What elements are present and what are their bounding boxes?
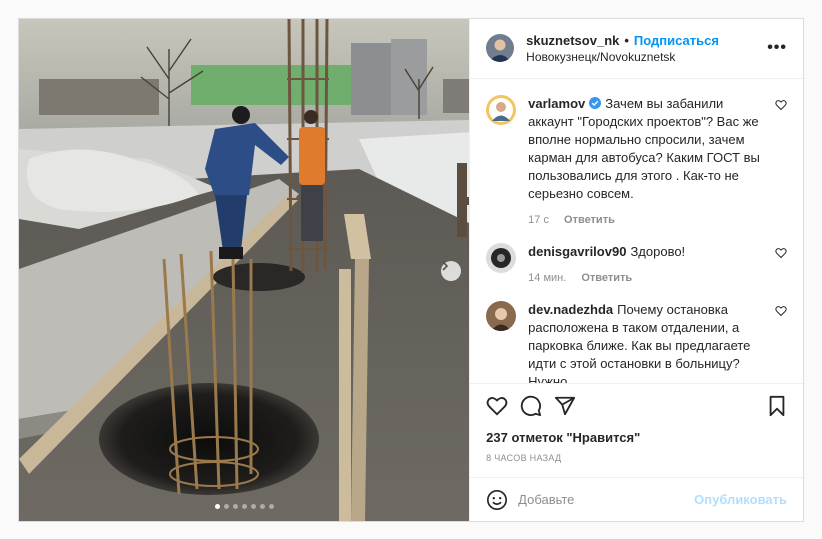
comment-meta: 14 мин. Ответить <box>528 269 765 287</box>
header-top-line: skuznetsov_nk • Подписаться <box>526 33 761 48</box>
more-icon[interactable]: ••• <box>767 39 787 57</box>
comment-username[interactable]: varlamov <box>528 96 585 111</box>
comment-text: Здорово! <box>630 243 686 259</box>
avatar[interactable] <box>486 242 517 273</box>
carousel-dot <box>241 504 247 509</box>
post-photo[interactable] <box>19 19 470 521</box>
comment-time: 14 мин. <box>528 271 567 284</box>
reply-button[interactable]: Ответить <box>581 272 632 284</box>
comments-list: varlamov Зачем вы забанили аккаунт "Город… <box>470 79 803 384</box>
construction-photo <box>19 19 470 521</box>
comment-input[interactable] <box>518 492 695 508</box>
post-side-panel: skuznetsov_nk • Подписаться Новокузнецк/… <box>469 19 803 521</box>
avatar[interactable] <box>486 34 515 63</box>
chevron-right-icon <box>442 261 449 271</box>
post-location[interactable]: Новокузнецк/Novokuznetsk <box>526 50 761 64</box>
carousel-dot <box>223 504 229 509</box>
emoji-icon[interactable] <box>486 489 508 511</box>
action-bar <box>486 384 787 428</box>
heart-icon[interactable] <box>775 247 787 259</box>
carousel-dot <box>250 504 256 509</box>
avatar[interactable] <box>486 300 517 331</box>
avatar[interactable] <box>486 94 517 125</box>
comment-item: denisgavrilov90 Здорово! 14 мин. Ответить <box>486 242 787 287</box>
reply-button[interactable]: Ответить <box>564 214 615 226</box>
comment-item: dev.nadezhda Почему остановка расположена… <box>486 300 787 384</box>
follow-button[interactable]: Подписаться <box>634 33 719 48</box>
carousel-dot <box>268 504 274 509</box>
publish-button[interactable]: Опубликовать <box>694 492 787 507</box>
comment-body: varlamov Зачем вы забанили аккаунт "Город… <box>528 95 765 229</box>
add-comment-bar: Опубликовать <box>470 477 803 521</box>
heart-icon[interactable] <box>775 99 787 111</box>
bookmark-icon[interactable] <box>767 395 787 417</box>
share-icon[interactable] <box>554 395 576 417</box>
carousel-dot <box>214 504 220 509</box>
comment-meta: 17 с Ответить <box>528 211 765 229</box>
post-actions-section: 237 отметок "Нравится" 8 ЧАСОВ НАЗАД <box>470 383 803 477</box>
heart-icon[interactable] <box>775 305 787 317</box>
comment-body: dev.nadezhda Почему остановка расположена… <box>528 301 765 384</box>
post-author-username[interactable]: skuznetsov_nk <box>526 33 619 48</box>
comment-item: varlamov Зачем вы забанили аккаунт "Город… <box>486 94 787 229</box>
separator-dot: • <box>624 32 629 48</box>
carousel-indicator <box>19 504 469 509</box>
carousel-dot <box>259 504 265 509</box>
post-header: skuznetsov_nk • Подписаться Новокузнецк/… <box>470 19 803 79</box>
comment-icon[interactable] <box>520 395 542 417</box>
heart-icon[interactable] <box>486 395 508 417</box>
likes-count[interactable]: 237 отметок "Нравится" <box>486 430 787 445</box>
header-text: skuznetsov_nk • Подписаться Новокузнецк/… <box>526 33 761 64</box>
comment-body: denisgavrilov90 Здорово! 14 мин. Ответить <box>528 243 765 287</box>
comment-username[interactable]: dev.nadezhda <box>528 302 613 317</box>
post-time: 8 ЧАСОВ НАЗАД <box>486 453 562 464</box>
verified-icon <box>589 96 602 109</box>
comment-time: 17 с <box>528 213 549 226</box>
comment-username[interactable]: denisgavrilov90 <box>528 244 626 259</box>
comment-text: Зачем вы забанили аккаунт "Городских про… <box>528 95 760 201</box>
post-card: skuznetsov_nk • Подписаться Новокузнецк/… <box>18 18 804 522</box>
carousel-dot <box>232 504 238 509</box>
